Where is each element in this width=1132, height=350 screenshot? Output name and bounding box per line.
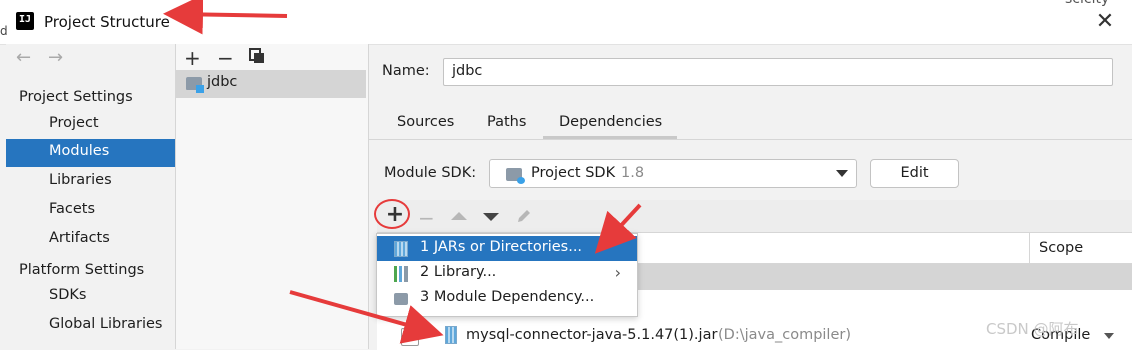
module-folder-icon <box>186 77 204 93</box>
copy-icon[interactable] <box>249 48 265 64</box>
tab-sources[interactable]: Sources <box>397 114 454 130</box>
chevron-down-icon <box>1104 333 1114 339</box>
sidebar-item-global-libraries[interactable]: Global Libraries <box>6 312 175 340</box>
sidebar-item-label: Project <box>49 115 99 131</box>
annotation-circle <box>374 199 410 229</box>
tab-dependencies[interactable]: Dependencies <box>559 114 662 130</box>
forward-arrow-icon[interactable]: → <box>48 47 63 68</box>
module-name-field[interactable]: jdbc <box>443 58 1113 86</box>
add-dependency-popup: 1 JARs or Directories... 2 Library... › … <box>376 233 638 317</box>
add-module-button[interactable]: + <box>184 46 201 70</box>
background-window-fragment: scicity <box>1065 0 1109 7</box>
sidebar-item-label: Artifacts <box>49 230 110 246</box>
popup-item-module-dependency[interactable]: 3 Module Dependency... <box>377 286 637 311</box>
module-sdk-dropdown[interactable]: Project SDK 1.8 <box>489 159 857 188</box>
sdk-version: 1.8 <box>621 165 645 181</box>
sidebar-item-project[interactable]: Project <box>6 111 175 139</box>
sdk-folder-icon <box>506 168 525 184</box>
sidebar-item-label: SDKs <box>49 287 87 303</box>
module-icon <box>394 293 408 305</box>
jar-icon <box>394 241 408 257</box>
sidebar-item-label: Modules <box>49 143 110 159</box>
intellij-logo-icon: IJ <box>14 10 36 32</box>
name-label: Name: <box>382 63 430 79</box>
export-checkbox[interactable] <box>401 328 419 346</box>
sidebar-item-sdks[interactable]: SDKs <box>6 283 175 311</box>
module-sdk-label: Module SDK: <box>384 165 477 181</box>
remove-module-button[interactable]: − <box>217 46 234 70</box>
tabs-divider <box>368 139 1132 140</box>
column-divider <box>1029 233 1030 263</box>
sidebar-item-label: Facets <box>49 201 96 217</box>
sidebar-item-label: Libraries <box>49 172 112 188</box>
close-icon[interactable]: ✕ <box>1093 8 1117 36</box>
tab-paths[interactable]: Paths <box>487 114 526 130</box>
platform-settings-heading: Platform Settings <box>19 262 145 278</box>
jar-icon <box>445 326 457 344</box>
window-title: Project Structure <box>44 13 170 31</box>
sidebar-item-artifacts[interactable]: Artifacts <box>6 226 175 254</box>
sidebar-item-facets[interactable]: Facets <box>6 197 175 225</box>
chevron-right-icon: › <box>614 263 621 282</box>
sidebar-item-libraries[interactable]: Libraries <box>6 168 175 196</box>
back-arrow-icon[interactable]: ← <box>16 47 31 68</box>
dependency-path: (D:\java_compiler) <box>718 327 851 343</box>
sidebar-item-modules[interactable]: Modules <box>6 139 175 167</box>
edit-sdk-button[interactable]: Edit <box>870 159 959 188</box>
active-tab-indicator <box>543 136 677 139</box>
move-down-icon[interactable] <box>483 213 499 221</box>
watermark: CSDN @阿布 <box>986 320 1079 338</box>
popup-item-label: 1 JARs or Directories... <box>420 239 583 255</box>
module-name: jdbc <box>207 74 238 90</box>
popup-item-jars-or-directories[interactable]: 1 JARs or Directories... <box>377 236 637 261</box>
chevron-down-icon <box>836 170 848 177</box>
dependency-name: mysql-connector-java-5.1.47(1).jar <box>466 327 718 343</box>
move-up-icon[interactable] <box>451 212 467 220</box>
library-icon <box>394 266 408 282</box>
module-list-item[interactable]: jdbc <box>176 70 366 98</box>
project-settings-heading: Project Settings <box>19 89 133 105</box>
sidebar-item-label: Global Libraries <box>49 316 163 332</box>
remove-dependency-button[interactable]: − <box>418 206 435 230</box>
popup-item-library[interactable]: 2 Library... › <box>377 261 637 286</box>
popup-item-label: 3 Module Dependency... <box>420 289 595 305</box>
sdk-selected-value: Project SDK <box>531 165 616 181</box>
popup-item-label: 2 Library... <box>420 264 497 280</box>
scope-column-header: Scope <box>1039 240 1084 256</box>
background-left-fragment: d <box>0 24 8 38</box>
pencil-icon[interactable] <box>515 207 533 225</box>
